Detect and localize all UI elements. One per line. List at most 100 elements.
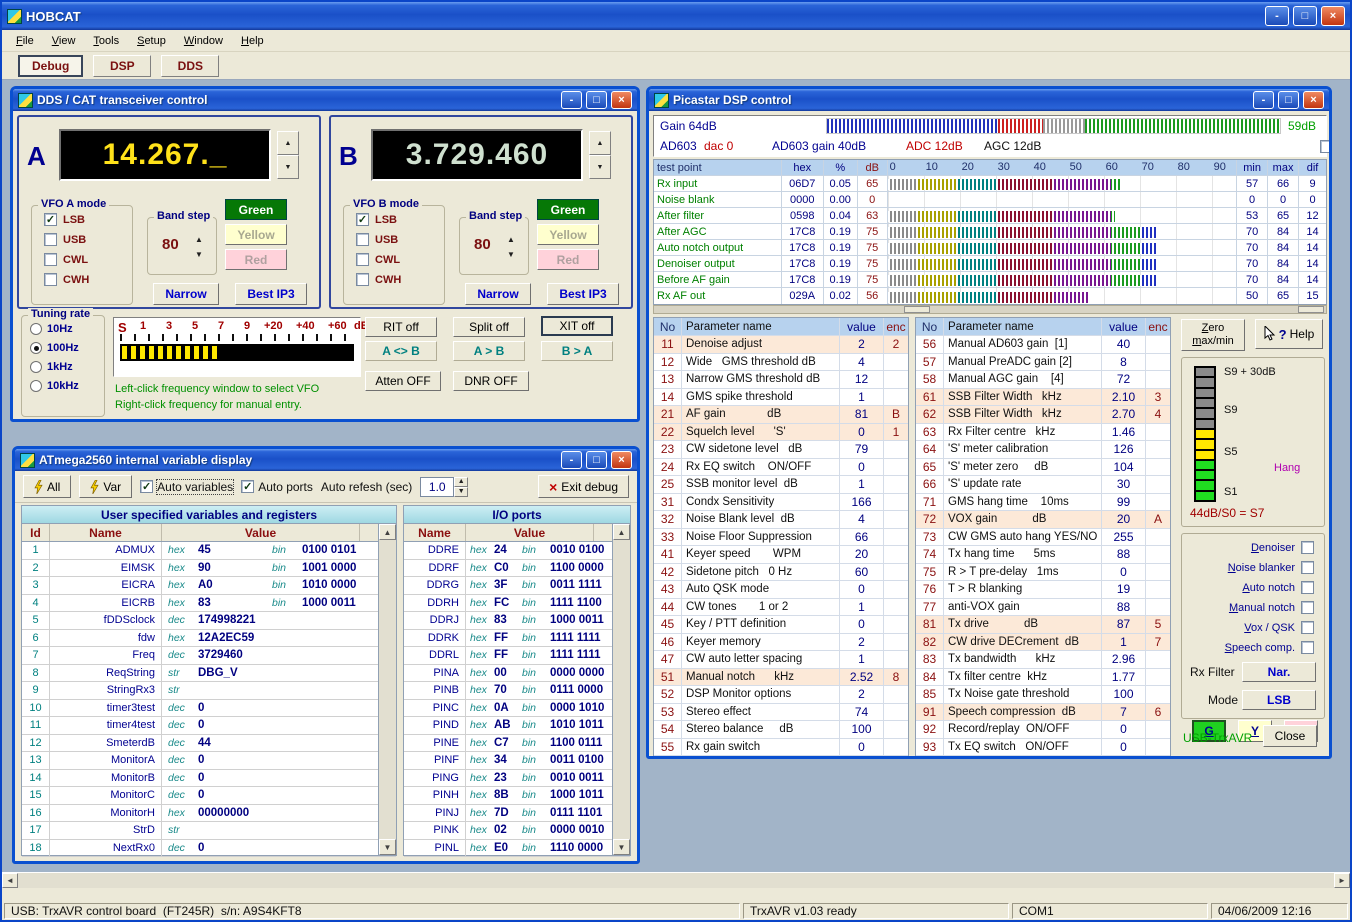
parameter-row[interactable]: 55Rx gain switch0 — [654, 739, 908, 757]
green-button[interactable]: Green — [537, 199, 599, 220]
auto-ports-checkbox[interactable]: ✓ Auto ports — [241, 480, 313, 494]
option-manual-notch[interactable]: Manual notch — [1182, 601, 1314, 614]
maximize-icon[interactable]: □ — [586, 451, 607, 469]
parameter-row[interactable]: 52DSP Monitor options2 — [654, 686, 908, 704]
parameter-row[interactable]: 41Keyer speed WPM20 — [654, 546, 908, 564]
close-icon[interactable]: × — [1321, 6, 1345, 26]
dsp-toolbar-button[interactable]: DSP — [93, 55, 151, 77]
parameter-row[interactable]: 58Manual AGC gain [4]72 — [916, 371, 1170, 389]
up-arrow-icon[interactable]: ▲ — [589, 131, 611, 155]
parameter-row[interactable]: 51Manual notch kHz2.528 — [654, 669, 908, 687]
minimize-icon[interactable]: - — [561, 91, 582, 109]
option-checkbox[interactable] — [1301, 621, 1314, 634]
parameter-row[interactable]: 85Tx Noise gate threshold100 — [916, 686, 1170, 704]
lsb-checkbox[interactable]: ✓ — [356, 213, 369, 226]
parameter-row[interactable]: 33Noise Floor Suppression66 — [654, 529, 908, 547]
minimize-icon[interactable]: - — [561, 451, 582, 469]
option-auto-notch[interactable]: Auto notch — [1182, 581, 1314, 594]
parameter-row[interactable]: 63Rx Filter centre kHz1.46 — [916, 424, 1170, 442]
scroll-left-icon[interactable]: ◄ — [2, 873, 18, 888]
option-noise-blanker[interactable]: Noise blanker — [1182, 561, 1314, 574]
vfo-a-frequency-display[interactable]: 14.267._ — [59, 129, 271, 181]
refresh-interval-stepper[interactable]: 1.0 ▲ ▼ — [420, 477, 468, 497]
up-arrow-icon[interactable]: ▲ — [192, 232, 206, 247]
parameter-row[interactable]: 71GMS hang time 10ms99 — [916, 494, 1170, 512]
parameter-row[interactable]: 44CW tones 1 or 21 — [654, 599, 908, 617]
narrow-button-a[interactable]: Narrow — [153, 283, 219, 305]
radio-icon[interactable] — [30, 361, 42, 373]
mode-option-cwl[interactable]: CWL — [44, 253, 132, 266]
down-arrow-icon[interactable]: ▼ — [589, 155, 611, 179]
option-vox-qsk[interactable]: Vox / QSK — [1182, 621, 1314, 634]
zero-maxmin-button[interactable]: Zero max/min — [1181, 319, 1245, 351]
debug-toolbar-button[interactable]: Debug — [18, 55, 83, 77]
parameter-row[interactable]: 23CW sidetone level dB79 — [654, 441, 908, 459]
usb-checkbox[interactable] — [44, 233, 57, 246]
parameter-row[interactable]: 47CW auto letter spacing1 — [654, 651, 908, 669]
parameter-row[interactable]: 66'S' update rate30 — [916, 476, 1170, 494]
minimize-icon[interactable]: - — [1253, 91, 1274, 109]
maximize-icon[interactable]: □ — [1293, 6, 1317, 26]
tuning-rate-100hz[interactable]: 100Hz — [30, 342, 104, 354]
close-icon[interactable]: × — [611, 451, 632, 469]
minimize-icon[interactable]: - — [1265, 6, 1289, 26]
usb-checkbox[interactable] — [356, 233, 369, 246]
parameter-row[interactable]: 11Denoise adjust22 — [654, 336, 908, 354]
split-button[interactable]: Split off — [453, 317, 525, 337]
rx-filter-button[interactable]: Nar. — [1242, 662, 1316, 682]
scroll-right-icon[interactable]: ► — [1334, 873, 1350, 888]
maximize-icon[interactable]: □ — [1278, 91, 1299, 109]
cwh-checkbox[interactable] — [44, 273, 57, 286]
lsb-checkbox[interactable]: ✓ — [44, 213, 57, 226]
yellow-button[interactable]: Yellow — [225, 224, 287, 245]
parameter-row[interactable]: 53Stereo effect74 — [654, 704, 908, 722]
parameter-row[interactable]: 74Tx hang time 5ms88 — [916, 546, 1170, 564]
down-arrow-icon[interactable]: ▼ — [454, 487, 468, 497]
down-arrow-icon[interactable]: ▼ — [192, 247, 206, 262]
mode-option-usb[interactable]: USB — [356, 233, 444, 246]
menu-item-file[interactable]: File — [8, 33, 42, 49]
parameter-row[interactable]: 21AF gain dB81B — [654, 406, 908, 424]
parameter-row[interactable]: 61SSB Filter Width kHz2.103 — [916, 389, 1170, 407]
parameter-row[interactable]: 32Noise Blank level dB4 — [654, 511, 908, 529]
cwh-checkbox[interactable] — [356, 273, 369, 286]
close-icon[interactable]: × — [611, 91, 632, 109]
parameter-row[interactable]: 76T > R blanking19 — [916, 581, 1170, 599]
up-arrow-icon[interactable]: ▲ — [277, 131, 299, 155]
radio-icon[interactable] — [30, 323, 42, 335]
parameter-row[interactable]: 14GMS spike threshold1 — [654, 389, 908, 407]
a-to-b-button[interactable]: A > B — [453, 341, 525, 361]
tuning-rate-10khz[interactable]: 10kHz — [30, 380, 104, 392]
atten-button[interactable]: Atten OFF — [365, 371, 441, 391]
exit-debug-button[interactable]: × Exit debug — [538, 475, 629, 498]
parameter-row[interactable]: 31Condx Sensitivity166 — [654, 494, 908, 512]
parameter-row[interactable]: 82CW drive DECrement dB17 — [916, 634, 1170, 652]
parameter-row[interactable]: 24Rx EQ switch ON/OFF0 — [654, 459, 908, 477]
a-swap-b-button[interactable]: A <> B — [365, 341, 437, 361]
menu-item-window[interactable]: Window — [176, 33, 231, 49]
parameter-row[interactable]: 56Manual AD603 gain [1]40 — [916, 336, 1170, 354]
maximize-icon[interactable]: □ — [586, 91, 607, 109]
best-ip3-button-a[interactable]: Best IP3 — [235, 283, 307, 305]
radio-icon[interactable] — [30, 380, 42, 392]
vfo-b-frequency-display[interactable]: 3.729.460 — [371, 129, 583, 181]
parameter-row[interactable]: 84Tx filter centre kHz1.77 — [916, 669, 1170, 687]
parameter-row[interactable]: 62SSB Filter Width kHz2.704 — [916, 406, 1170, 424]
lock-display-checkbox[interactable] — [1320, 140, 1332, 153]
mode-option-cwl[interactable]: CWL — [356, 253, 444, 266]
scroll-up-icon[interactable]: ▲ — [379, 524, 396, 540]
xit-button[interactable]: XIT off — [541, 316, 613, 336]
option-checkbox[interactable] — [1301, 541, 1314, 554]
parameter-row[interactable]: 43Auto QSK mode0 — [654, 581, 908, 599]
up-arrow-icon[interactable]: ▲ — [454, 477, 468, 487]
cwl-checkbox[interactable] — [356, 253, 369, 266]
refresh-var-button[interactable]: Var — [79, 475, 132, 498]
close-button[interactable]: Close — [1263, 725, 1317, 747]
red-button[interactable]: Red — [225, 249, 287, 270]
down-arrow-icon[interactable]: ▼ — [277, 155, 299, 179]
scroll-down-icon[interactable]: ▼ — [379, 839, 396, 855]
tuning-rate-1khz[interactable]: 1kHz — [30, 361, 104, 373]
testpoint-scrollbar[interactable] — [653, 305, 1327, 314]
scroll-up-icon[interactable]: ▲ — [613, 524, 630, 540]
variables-scrollbar[interactable]: ▲ ▼ — [378, 524, 396, 855]
